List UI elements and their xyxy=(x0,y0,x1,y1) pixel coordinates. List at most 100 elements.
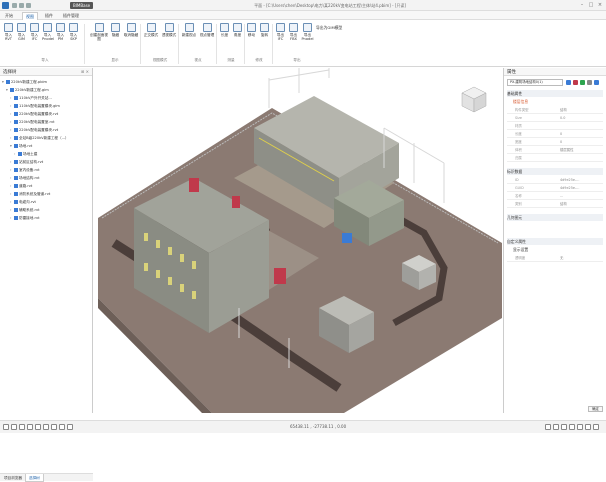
checkbox[interactable] xyxy=(14,216,18,220)
section-icon[interactable] xyxy=(43,424,49,430)
tab-plugin-manager[interactable]: 插件管理 xyxy=(60,12,82,20)
grid-icon[interactable] xyxy=(545,424,551,430)
section-basic[interactable]: 基础属性 xyxy=(507,90,603,97)
tree-node[interactable]: › 站前区结构.rvt xyxy=(10,158,43,166)
tab-project-browser[interactable]: 项目浏览器 xyxy=(1,474,25,482)
ok-button[interactable]: 确定 xyxy=(588,406,603,412)
section-display[interactable]: 显示设置 xyxy=(507,246,603,253)
save-icon[interactable] xyxy=(12,3,17,8)
checkbox[interactable] xyxy=(14,144,18,148)
color-icon[interactable] xyxy=(573,80,578,85)
tree-node[interactable]: › 场地结构.rvt xyxy=(10,174,40,182)
checkbox[interactable] xyxy=(14,136,18,140)
close-icon[interactable]: × xyxy=(596,2,604,9)
measure-length-button[interactable]: 长度 xyxy=(219,23,230,37)
tree-node[interactable]: › 电缆沟.rvt xyxy=(10,198,36,206)
new-viewpoint-button[interactable]: 新建视点 xyxy=(181,23,197,37)
checkbox[interactable] xyxy=(14,120,18,124)
checkbox[interactable] xyxy=(14,96,18,100)
tab-selection-tree[interactable]: 选择树 xyxy=(25,474,44,482)
tree-node[interactable]: ▾ 220kV新建工程.gim xyxy=(6,86,49,94)
tree-node[interactable]: › 场地土建 xyxy=(14,150,37,158)
3d-viewport[interactable] xyxy=(94,68,502,413)
home-icon[interactable] xyxy=(3,424,9,430)
tree-node[interactable]: › 全站B级220kV新建工程（...） xyxy=(10,134,69,142)
checkbox[interactable] xyxy=(14,160,18,164)
import-rvt-button[interactable]: 导入 RVT xyxy=(3,23,14,41)
tree-node[interactable]: › 110kV配电装置模块.gim xyxy=(10,102,60,110)
minimize-icon[interactable]: – xyxy=(578,2,586,9)
checkbox[interactable] xyxy=(14,104,18,108)
section-custom[interactable]: 自定义属性 xyxy=(507,238,603,245)
tree-node[interactable]: › 道路.rvt xyxy=(10,182,32,190)
camera-icon[interactable] xyxy=(561,424,567,430)
import-pm-button[interactable]: 导入 PM xyxy=(55,23,66,41)
unhide-button[interactable]: 取消隐藏 xyxy=(123,23,139,37)
checkbox[interactable] xyxy=(14,168,18,172)
hide-button[interactable]: 隐藏 xyxy=(110,23,121,37)
perspective-button[interactable]: 透视模式 xyxy=(161,23,177,37)
measure-angle-button[interactable]: 角度 xyxy=(232,23,243,37)
tab-start[interactable]: 开始 xyxy=(2,12,16,20)
settings-icon[interactable] xyxy=(67,424,73,430)
checkbox[interactable] xyxy=(14,176,18,180)
rotate-button[interactable]: 旋转 xyxy=(259,23,270,37)
checkbox[interactable] xyxy=(6,80,10,84)
export-pnodel-button[interactable]: 导出 Pnodel xyxy=(301,23,314,41)
tree-node[interactable]: › 防雷接地.rvt xyxy=(10,214,40,222)
import-skp-button[interactable]: 导入 SKP xyxy=(68,23,79,41)
section-floor[interactable]: 楼层信息 xyxy=(507,98,603,105)
checkbox[interactable] xyxy=(14,208,18,212)
layers-icon[interactable] xyxy=(59,424,65,430)
import-pnodel-button[interactable]: 导入 Pnodel xyxy=(42,23,54,41)
filter-icon[interactable] xyxy=(566,80,571,85)
move-button[interactable]: 移动 xyxy=(246,23,257,37)
tree-node[interactable]: ▾ 场地.rvt xyxy=(10,142,32,150)
tree-node[interactable]: › 辅助系统.rvt xyxy=(10,206,40,214)
tab-plugins[interactable]: 插件 xyxy=(42,12,56,20)
undo-icon[interactable] xyxy=(19,3,24,8)
checkbox[interactable] xyxy=(14,128,18,132)
import-ifc-button[interactable]: 导入 IFC xyxy=(29,23,40,41)
fullscreen-icon[interactable] xyxy=(585,424,591,430)
export-ifc-button[interactable]: 导出 IFC xyxy=(275,23,286,41)
create-section-view-button[interactable]: 创建剖面视图 xyxy=(89,23,109,41)
redo-icon[interactable] xyxy=(26,3,31,8)
tree-node[interactable]: › 220kV配电装置模块.rvt xyxy=(10,126,58,134)
orthographic-button[interactable]: 正交模式 xyxy=(143,23,159,37)
light-icon[interactable] xyxy=(569,424,575,430)
snap-icon[interactable] xyxy=(553,424,559,430)
orbit-icon[interactable] xyxy=(27,424,33,430)
pan-icon[interactable] xyxy=(11,424,17,430)
walk-icon[interactable] xyxy=(51,424,57,430)
checkbox[interactable] xyxy=(14,112,18,116)
export-fbx-button[interactable]: 导出 FBX xyxy=(288,23,299,41)
viewpoint-manager-button[interactable]: 视点管理 xyxy=(199,23,215,37)
export-gim-menu[interactable]: 导出为GIM模型 xyxy=(316,25,342,31)
substation-3d-model[interactable] xyxy=(94,68,502,413)
tree-node[interactable]: › 220kV配电装置模块.rvt xyxy=(10,110,58,118)
zoom-icon[interactable] xyxy=(19,424,25,430)
tree-node[interactable]: › 220kV配电装置室.rvt xyxy=(10,118,55,126)
section-identity[interactable]: 标识数据 xyxy=(507,168,603,175)
render-icon[interactable] xyxy=(577,424,583,430)
fit-icon[interactable] xyxy=(35,424,41,430)
import-gim-button[interactable]: 导入 GIM xyxy=(16,23,27,41)
view-cube[interactable] xyxy=(461,86,487,113)
pin-icon[interactable]: ⊞ × xyxy=(81,69,89,74)
tree-node[interactable]: › 室内设备.rvt xyxy=(10,166,40,174)
section-geometry[interactable]: 几何图元 xyxy=(507,214,603,221)
tree-node[interactable]: › 消防系统及管道.rvt xyxy=(10,190,50,198)
checkbox[interactable] xyxy=(14,184,18,188)
checkbox[interactable] xyxy=(18,152,22,156)
tree-node[interactable]: ▾ 220kV新建工程.pbim xyxy=(2,78,47,86)
checkbox[interactable] xyxy=(14,200,18,204)
settings-icon[interactable] xyxy=(587,80,592,85)
apply-icon[interactable] xyxy=(594,80,599,85)
tree-node[interactable]: › 110kV户外开关站... xyxy=(10,94,52,102)
more-icon[interactable] xyxy=(593,424,599,430)
checkbox[interactable] xyxy=(10,88,14,92)
tab-view[interactable]: 视图 xyxy=(22,12,38,20)
refresh-icon[interactable] xyxy=(580,80,585,85)
type-select[interactable]: PX-建筑场地结构0(1) xyxy=(507,79,563,86)
